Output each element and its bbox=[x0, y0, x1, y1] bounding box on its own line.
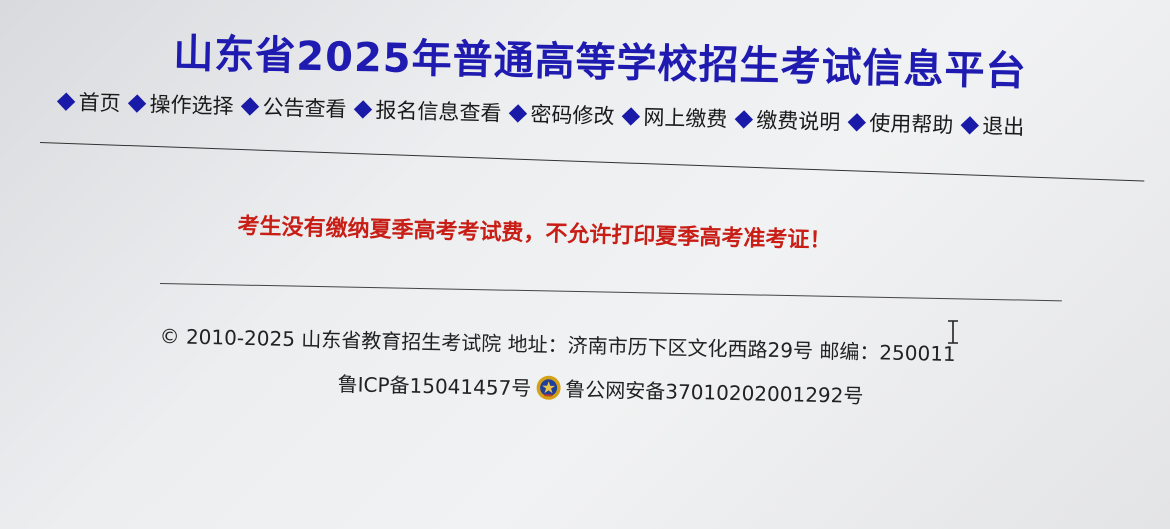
footer-copyright: © 2010-2025 山东省教育招生考试院 地址：济南市历下区文化西路29号 … bbox=[159, 323, 956, 367]
nav-item-registration-info[interactable]: 报名信息查看 bbox=[353, 94, 502, 128]
diamond-bullet-icon bbox=[240, 96, 260, 116]
page-title: 山东省2025年普通高等学校招生考试信息平台 bbox=[172, 31, 1027, 95]
police-emblem-icon bbox=[536, 375, 561, 400]
footer-records: 鲁ICP备15041457号 鲁公网安备37010202001292号 bbox=[337, 368, 938, 411]
nav-item-announcements[interactable]: 公告查看 bbox=[240, 91, 347, 124]
page: 山东省2025年普通高等学校招生考试信息平台 首页 操作选择 公告查看 报名信息… bbox=[0, 0, 1170, 529]
nav-item-home[interactable]: 首页 bbox=[56, 86, 121, 118]
nav-item-payment-instructions[interactable]: 缴费说明 bbox=[734, 104, 841, 137]
nav-item-change-password[interactable]: 密码修改 bbox=[508, 98, 615, 131]
nav-item-label: 首页 bbox=[78, 90, 121, 116]
divider bbox=[39, 142, 1145, 182]
diamond-bullet-icon bbox=[353, 99, 373, 119]
nav-item-online-payment[interactable]: 网上缴费 bbox=[621, 101, 728, 134]
nav-item-label: 缴费说明 bbox=[756, 108, 841, 135]
nav-item-help[interactable]: 使用帮助 bbox=[847, 107, 954, 140]
police-record-link[interactable]: 鲁公网安备37010202001292号 bbox=[565, 373, 864, 409]
text-cursor-icon bbox=[948, 320, 958, 344]
diamond-bullet-icon bbox=[960, 115, 979, 135]
nav-item-label: 密码修改 bbox=[530, 102, 615, 129]
nav-item-label: 操作选择 bbox=[149, 92, 234, 119]
nav-item-label: 使用帮助 bbox=[868, 111, 954, 138]
diamond-bullet-icon bbox=[56, 91, 76, 111]
diamond-bullet-icon bbox=[508, 103, 528, 123]
divider bbox=[159, 283, 1062, 302]
icp-record-link[interactable]: 鲁ICP备15041457号 bbox=[337, 368, 531, 401]
nav-item-logout[interactable]: 退出 bbox=[960, 110, 1025, 142]
nav-item-label: 网上缴费 bbox=[643, 105, 728, 132]
nav-item-label: 报名信息查看 bbox=[375, 98, 502, 126]
payment-warning-message: 考生没有缴纳夏季高考考试费，不允许打印夏季高考准考证！ bbox=[237, 213, 832, 254]
nav-item-label: 退出 bbox=[981, 114, 1025, 140]
diamond-bullet-icon bbox=[847, 112, 867, 132]
nav-item-label: 公告查看 bbox=[262, 95, 347, 122]
nav-item-operation-select[interactable]: 操作选择 bbox=[127, 88, 234, 121]
diamond-bullet-icon bbox=[734, 109, 754, 129]
diamond-bullet-icon bbox=[127, 93, 147, 113]
diamond-bullet-icon bbox=[621, 106, 641, 126]
